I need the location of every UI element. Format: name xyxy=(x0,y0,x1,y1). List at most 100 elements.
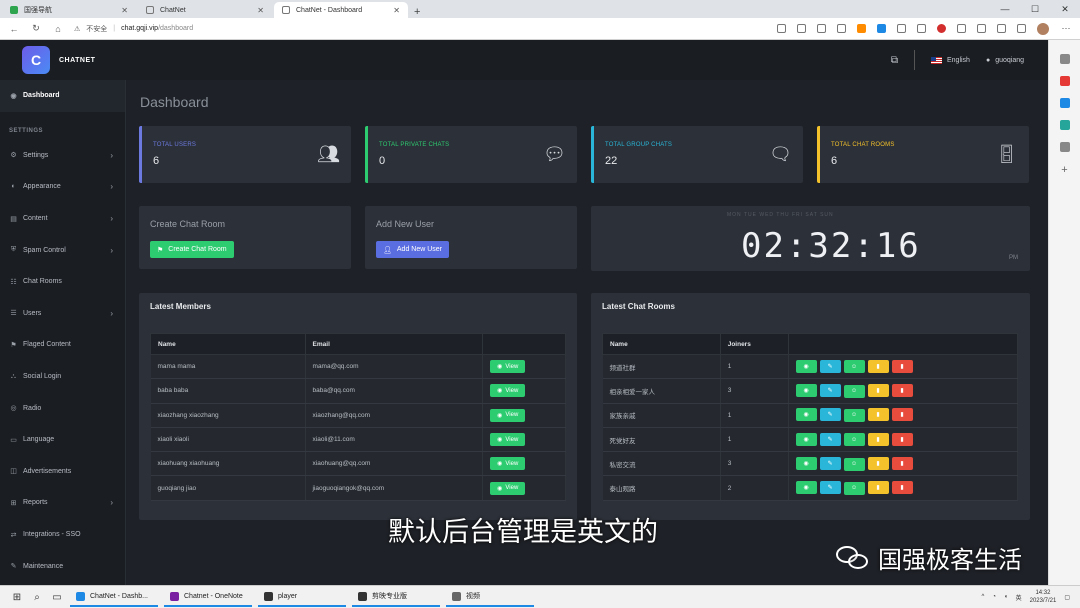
user-menu[interactable]: ● guoqiang xyxy=(986,57,1024,64)
view-button[interactable]: ◉ View xyxy=(490,481,526,495)
edit-button[interactable]: ✎ xyxy=(819,457,841,471)
create-chat-room-button[interactable]: ⚑ Create Chat Room xyxy=(150,241,234,258)
sidebar-item-advertisements[interactable]: ◫ Advertisements xyxy=(0,456,125,488)
members-button[interactable]: ☺ xyxy=(843,433,865,447)
new-tab-icon[interactable]: + xyxy=(408,6,426,18)
windows-start-icon[interactable]: ⊞ xyxy=(10,592,24,603)
maximize-icon[interactable]: ☐ xyxy=(1020,4,1050,15)
outlook-icon[interactable] xyxy=(1059,120,1070,130)
language-selector[interactable]: English xyxy=(930,56,970,64)
add-new-user-button[interactable]: 👤︎ Add New User xyxy=(376,241,450,258)
add-icon[interactable]: + xyxy=(1061,164,1067,176)
translate-icon[interactable] xyxy=(797,24,806,33)
taskbar-app-jianying[interactable]: 剪映专业版 xyxy=(352,588,440,607)
sidebar-item-social-login[interactable]: ⛬ Social Login xyxy=(0,361,125,393)
close-tab-icon[interactable]: ✕ xyxy=(257,6,264,15)
search-icon[interactable]: ⌕ xyxy=(30,592,44,603)
view-button[interactable]: ◉ xyxy=(795,359,817,373)
sidebar-item-dashboard[interactable]: ◉ Dashboard xyxy=(0,80,125,112)
members-button[interactable]: ☺ xyxy=(843,384,865,398)
sidebar-item-flaged-content[interactable]: ⚑ Flaged Content xyxy=(0,329,125,361)
clock[interactable]: 14:32 2023/7/21 xyxy=(1030,589,1057,605)
sidebar-item-spam-control[interactable]: ⛨ Spam Control › xyxy=(0,234,125,266)
task-view-icon[interactable]: ▭ xyxy=(50,592,64,603)
edit-button[interactable]: ✎ xyxy=(819,408,841,422)
network-icon[interactable]: ◔ xyxy=(992,594,996,600)
taskbar-app-video[interactable]: 视频 xyxy=(446,588,534,607)
sidebar-item-chat-rooms[interactable]: ☷ Chat Rooms xyxy=(0,266,125,298)
view-button[interactable]: ◉ View xyxy=(490,457,526,471)
browser-tab-1[interactable]: 国强导航 ✕ xyxy=(2,2,136,18)
sidebar-item-language[interactable]: ▭ Language xyxy=(0,424,125,456)
back-icon[interactable]: ← xyxy=(8,24,20,34)
person-icon[interactable] xyxy=(1059,142,1070,152)
edit-button[interactable]: ✎ xyxy=(819,359,841,373)
read-aloud-icon[interactable] xyxy=(777,24,786,33)
sidebar-item-integrations-sso[interactable]: ⇄ Integrations - SSO xyxy=(0,519,125,551)
sidebar-item-radio[interactable]: ◎ Radio xyxy=(0,392,125,424)
favorite-star-icon[interactable] xyxy=(837,24,846,33)
delete-button[interactable]: ▮ xyxy=(891,457,913,471)
extension-icon[interactable] xyxy=(857,24,866,33)
delete-button[interactable]: ▮ xyxy=(891,408,913,422)
extension-icon[interactable] xyxy=(917,24,926,33)
sidebar-item-maintenance[interactable]: ✎ Maintenance xyxy=(0,550,125,582)
volume-icon[interactable]: ◖ xyxy=(1004,594,1008,600)
close-tab-icon[interactable]: ✕ xyxy=(393,6,400,15)
view-button[interactable]: ◉ View xyxy=(490,360,526,374)
more-icon[interactable]: ⋯ xyxy=(1060,23,1072,34)
view-button[interactable]: ◉ xyxy=(795,432,817,446)
sidebar-item-users[interactable]: ☰ Users › xyxy=(0,298,125,330)
collections-icon[interactable] xyxy=(977,24,986,33)
extension-icon[interactable] xyxy=(877,24,886,33)
reader-icon[interactable] xyxy=(817,24,826,33)
profile-avatar[interactable] xyxy=(1037,22,1049,35)
view-button[interactable]: ◉ xyxy=(795,384,817,398)
members-button[interactable]: ☺ xyxy=(843,408,865,422)
shopping-icon[interactable] xyxy=(1059,76,1070,86)
extension-icon[interactable] xyxy=(937,24,946,33)
extension-icon[interactable] xyxy=(957,24,966,33)
view-button[interactable]: ◉ xyxy=(795,408,817,422)
clear-button[interactable]: ▮ xyxy=(867,408,889,422)
clear-button[interactable]: ▮ xyxy=(867,359,889,373)
browser-tab-2[interactable]: ChatNet ✕ xyxy=(138,2,272,18)
edit-button[interactable]: ✎ xyxy=(819,432,841,446)
taskbar-app-onenote[interactable]: Chatnet - OneNote xyxy=(164,588,252,607)
sidebar-item-content[interactable]: ▤ Content › xyxy=(0,203,125,235)
sidebar-item-settings[interactable]: ⚙ Settings › xyxy=(0,140,125,172)
downloads-icon[interactable] xyxy=(997,24,1006,33)
performance-icon[interactable] xyxy=(1017,24,1026,33)
url-field[interactable]: ⚠ 不安全 | chat.gqji.vip/dashboard xyxy=(74,24,193,34)
notifications-icon[interactable]: ▢ xyxy=(1064,594,1070,601)
delete-button[interactable]: ▮ xyxy=(891,384,913,398)
ime-indicator[interactable]: 英 xyxy=(1016,593,1022,602)
clear-button[interactable]: ▮ xyxy=(867,384,889,398)
edit-button[interactable]: ✎ xyxy=(819,384,841,398)
close-tab-icon[interactable]: ✕ xyxy=(121,6,128,15)
taskbar-app-edge[interactable]: ChatNet - Dashb... xyxy=(70,588,158,607)
search-icon[interactable] xyxy=(1059,54,1070,64)
view-button[interactable]: ◉ View xyxy=(490,384,526,398)
tools-icon[interactable] xyxy=(1059,98,1070,108)
sidebar-item-appearance[interactable]: ◐ Appearance › xyxy=(0,171,125,203)
clear-button[interactable]: ▮ xyxy=(867,432,889,446)
brand[interactable]: C CHATNET xyxy=(0,40,126,80)
clear-button[interactable]: ▮ xyxy=(867,457,889,471)
home-icon[interactable]: ⌂ xyxy=(52,24,64,34)
members-button[interactable]: ☺ xyxy=(843,481,865,495)
edit-button[interactable]: ✎ xyxy=(819,481,841,495)
view-button[interactable]: ◉ xyxy=(795,481,817,495)
close-window-icon[interactable]: ✕ xyxy=(1050,4,1080,15)
view-button[interactable]: ◉ View xyxy=(490,408,526,422)
view-button[interactable]: ◉ xyxy=(795,457,817,471)
minimize-icon[interactable]: — xyxy=(990,4,1020,14)
members-button[interactable]: ☺ xyxy=(843,457,865,471)
external-link-icon[interactable]: ⧉ xyxy=(891,55,898,66)
delete-button[interactable]: ▮ xyxy=(891,481,913,495)
view-button[interactable]: ◉ View xyxy=(490,433,526,447)
delete-button[interactable]: ▮ xyxy=(891,432,913,446)
delete-button[interactable]: ▮ xyxy=(891,359,913,373)
extension-icon[interactable] xyxy=(897,24,906,33)
members-button[interactable]: ☺ xyxy=(843,360,865,374)
